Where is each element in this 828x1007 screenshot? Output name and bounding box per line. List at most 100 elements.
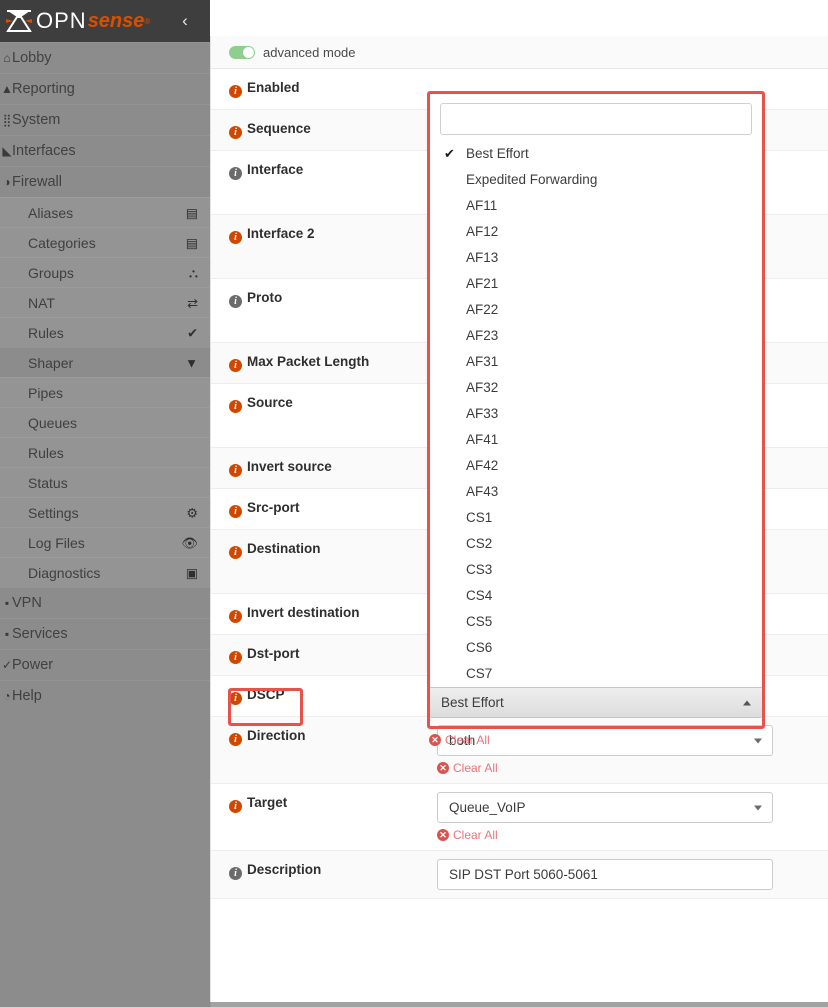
sidebar-item-label: Firewall: [12, 174, 62, 190]
dscp-option[interactable]: CS7: [430, 661, 762, 687]
sidebar-nav: ⌂ Lobby ▲ Reporting ⣿ System ◣ Interfaces ◑ Firew…: [0, 42, 210, 711]
sidebar-item-vpn[interactable]: ▪ VPN: [0, 587, 210, 618]
content-top-gap: [210, 0, 828, 36]
info-icon[interactable]: i: [229, 610, 242, 623]
dscp-search-input[interactable]: [440, 103, 752, 135]
sidebar-item-interfaces[interactable]: ◣ Interfaces: [0, 135, 210, 166]
opnsense-logo-icon: [4, 8, 34, 34]
info-icon[interactable]: i: [229, 464, 242, 477]
info-icon[interactable]: i: [229, 359, 242, 372]
info-icon[interactable]: i: [229, 651, 242, 664]
info-icon[interactable]: i: [229, 546, 242, 559]
medkit-icon: ▣: [185, 565, 198, 580]
form-row-label: i Sequence: [211, 110, 433, 151]
info-icon[interactable]: i: [229, 867, 242, 880]
info-icon[interactable]: i: [229, 231, 242, 244]
form-label-text: Source: [247, 395, 293, 410]
form-row-label: i Interface 2: [211, 215, 433, 279]
dscp-option[interactable]: AF43: [430, 479, 762, 505]
sidebar-item-label: Shaper: [28, 354, 74, 371]
sidebar-item-help[interactable]: ◔ Help: [0, 680, 210, 711]
dscp-option[interactable]: AF12: [430, 219, 762, 245]
form-label-text: Dst-port: [247, 646, 300, 661]
exchange-icon: ⇄: [187, 295, 198, 310]
brand-name-sense: sense: [87, 10, 145, 32]
form-label-text: Destination: [247, 541, 321, 556]
sidebar-item-log-files[interactable]: Log Files 👁: [0, 527, 210, 557]
description-input[interactable]: SIP DST Port 5060-5061: [437, 859, 773, 890]
form-label-text: DSCP: [247, 687, 285, 702]
sidebar-item-system[interactable]: ⣿ System: [0, 104, 210, 135]
sidebar-item-reporting[interactable]: ▲ Reporting: [0, 73, 210, 104]
target-clear-all[interactable]: ✕ Clear All: [437, 828, 828, 842]
dscp-option[interactable]: CS5: [430, 609, 762, 635]
sidebar-item-aliases[interactable]: Aliases ▤: [0, 197, 210, 227]
sidebar-item-label: Aliases: [28, 204, 74, 221]
info-icon[interactable]: i: [229, 505, 242, 518]
info-icon[interactable]: i: [229, 692, 242, 705]
sidebar-item-lobby[interactable]: ⌂ Lobby: [0, 42, 210, 73]
dscp-option-label: AF43: [466, 484, 499, 499]
sidebar-item-pipes[interactable]: Pipes: [0, 377, 210, 407]
advanced-mode-toggle[interactable]: [229, 45, 255, 59]
sidebar-item-queues[interactable]: Queues: [0, 407, 210, 437]
dscp-clear-all[interactable]: ✕ Clear All: [429, 733, 490, 747]
sidebar-item-diagnostics[interactable]: Diagnostics ▣: [0, 557, 210, 587]
sidebar-item-settings[interactable]: Settings ⚙: [0, 497, 210, 527]
dscp-option[interactable]: AF32: [430, 375, 762, 401]
sidebar-item-power[interactable]: ✓ Power: [0, 649, 210, 680]
dscp-option[interactable]: CS6: [430, 635, 762, 661]
form-row-label: i Src-port: [211, 489, 433, 530]
sidebar-item-services[interactable]: ▪ Services: [0, 618, 210, 649]
target-select[interactable]: Queue_VoIP: [437, 792, 773, 823]
info-icon[interactable]: i: [229, 400, 242, 413]
dscp-option[interactable]: AF11: [430, 193, 762, 219]
dscp-option[interactable]: AF23: [430, 323, 762, 349]
dscp-dropdown-panel: ✔ Best Effort Expedited Forwarding AF11 AF12…: [429, 93, 763, 687]
dscp-option[interactable]: AF22: [430, 297, 762, 323]
dscp-select-button[interactable]: Best Effort: [429, 687, 763, 718]
info-icon[interactable]: i: [229, 733, 242, 746]
dscp-option-label: AF33: [466, 406, 499, 421]
dscp-option[interactable]: CS4: [430, 583, 762, 609]
dscp-option[interactable]: Expedited Forwarding: [430, 167, 762, 193]
dscp-option[interactable]: ✔ Best Effort: [430, 141, 762, 167]
form-row-label: i Dst-port: [211, 635, 433, 676]
sidebar-item-rules[interactable]: Rules ✔: [0, 317, 210, 347]
info-icon[interactable]: i: [229, 295, 242, 308]
dscp-option[interactable]: AF31: [430, 349, 762, 375]
form-row: i Target Queue_VoIP ✕ Clear All: [211, 784, 828, 851]
dscp-option[interactable]: CS1: [430, 505, 762, 531]
dscp-option[interactable]: AF13: [430, 245, 762, 271]
sidebar-item-shaper[interactable]: Shaper ▼: [0, 347, 210, 377]
form-label-text: Target: [247, 795, 288, 810]
info-icon[interactable]: i: [229, 126, 242, 139]
sidebar-item-groups[interactable]: Groups ⛬: [0, 257, 210, 287]
list-icon: ▤: [185, 205, 198, 220]
sidebar-collapse-button[interactable]: ‹: [174, 10, 196, 32]
sidebar-item-categories[interactable]: Categories ▤: [0, 227, 210, 257]
cubes-icon: ▪: [4, 627, 10, 641]
sidebar-item-nat[interactable]: NAT ⇄: [0, 287, 210, 317]
dscp-option[interactable]: AF41: [430, 427, 762, 453]
sidebar-item-rules[interactable]: Rules: [0, 437, 210, 467]
form-label-text: Invert source: [247, 459, 332, 474]
dscp-option-label: CS3: [466, 562, 493, 577]
direction-clear-all[interactable]: ✕ Clear All: [437, 761, 828, 775]
dscp-option-label: Best Effort: [466, 146, 529, 161]
dscp-option[interactable]: AF42: [430, 453, 762, 479]
sidebar-item-status[interactable]: Status: [0, 467, 210, 497]
info-icon[interactable]: i: [229, 85, 242, 98]
clear-circle-icon: ✕: [429, 734, 441, 746]
sidebar-item-firewall[interactable]: ◑ Firewall: [0, 166, 210, 197]
dscp-option-label: AF11: [466, 198, 498, 213]
info-icon[interactable]: i: [229, 800, 242, 813]
dscp-option[interactable]: AF33: [430, 401, 762, 427]
dscp-option[interactable]: AF21: [430, 271, 762, 297]
info-icon[interactable]: i: [229, 167, 242, 180]
form-row-label: i Target: [211, 784, 433, 851]
dscp-option[interactable]: CS3: [430, 557, 762, 583]
form-label-text: Description: [247, 862, 322, 877]
dscp-option[interactable]: CS2: [430, 531, 762, 557]
advanced-mode-label: advanced mode: [263, 44, 356, 60]
